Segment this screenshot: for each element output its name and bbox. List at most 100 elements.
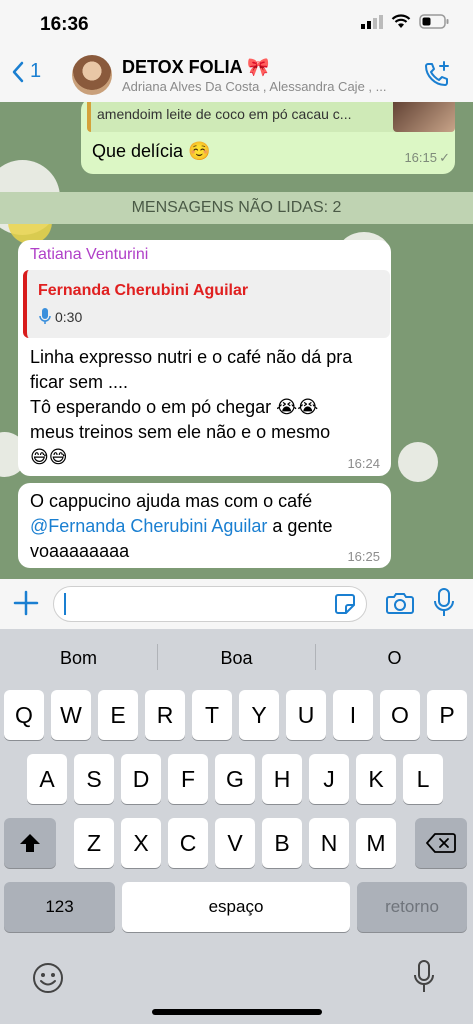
- add-call-button[interactable]: [423, 60, 451, 93]
- key[interactable]: O: [380, 690, 420, 740]
- key[interactable]: P: [427, 690, 467, 740]
- key[interactable]: W: [51, 690, 91, 740]
- key[interactable]: X: [121, 818, 161, 868]
- message-text: O cappucino ajuda mas com o café @Fernan…: [30, 489, 332, 564]
- emoji-icon: [33, 963, 63, 993]
- key[interactable]: V: [215, 818, 255, 868]
- message-line: voaaaaaaaa: [30, 541, 130, 561]
- key[interactable]: T: [192, 690, 232, 740]
- group-avatar[interactable]: [72, 55, 112, 95]
- microphone-icon: [39, 308, 51, 324]
- return-key[interactable]: retorno: [357, 882, 467, 932]
- predictive-bar: Bom Boa O: [0, 629, 473, 687]
- sticker-button[interactable]: [334, 593, 356, 620]
- outgoing-message[interactable]: amendoim leite de coco em pó cacau c... …: [81, 102, 455, 174]
- signal-icon: [361, 14, 383, 29]
- suggestion[interactable]: Bom: [0, 629, 157, 687]
- key[interactable]: E: [98, 690, 138, 740]
- message-line: @Fernanda Cherubini Aguilar a gente: [30, 514, 332, 539]
- key[interactable]: L: [403, 754, 443, 804]
- phone-plus-icon: [425, 61, 449, 86]
- key[interactable]: S: [74, 754, 114, 804]
- message-time: 16:25: [347, 549, 380, 564]
- incoming-message[interactable]: Tatiana Venturini Fernanda Cherubini Agu…: [18, 240, 391, 476]
- status-bar: 16:36: [0, 0, 473, 48]
- unread-divider: MENSAGENS NÃO LIDAS: 2: [0, 192, 473, 224]
- backspace-key[interactable]: [415, 818, 467, 868]
- plus-icon: [13, 590, 39, 616]
- message-line: Linha expresso nutri e o café não dá pra: [30, 347, 353, 367]
- key[interactable]: M: [356, 818, 396, 868]
- back-button[interactable]: 1: [12, 60, 41, 83]
- camera-button[interactable]: [386, 591, 414, 620]
- key[interactable]: R: [145, 690, 185, 740]
- message-line: O cappucino ajuda mas com o café: [30, 491, 313, 511]
- key[interactable]: F: [168, 754, 208, 804]
- shift-key[interactable]: [4, 818, 56, 868]
- message-input[interactable]: [53, 586, 367, 622]
- chat-header: 1 DETOX FOLIA 🎀 Adriana Alves Da Costa ,…: [0, 48, 473, 103]
- key[interactable]: Q: [4, 690, 44, 740]
- key[interactable]: Y: [239, 690, 279, 740]
- numbers-key[interactable]: 123: [4, 882, 115, 932]
- key[interactable]: B: [262, 818, 302, 868]
- key[interactable]: D: [121, 754, 161, 804]
- message-time: 16:24: [347, 456, 380, 471]
- wallpaper-flower: [398, 442, 438, 482]
- message-text: Linha expresso nutri e o café não dá pra…: [30, 345, 352, 470]
- audio-duration: 0:30: [55, 308, 83, 325]
- status-time: 16:36: [40, 14, 89, 35]
- wifi-icon: [391, 14, 411, 28]
- home-indicator: [152, 1009, 322, 1015]
- unread-count: 1: [30, 60, 42, 82]
- check-icon: ✓: [439, 150, 450, 165]
- quoted-sender: Fernanda Cherubini Aguilar: [38, 282, 249, 299]
- chevron-left-icon: [12, 61, 24, 82]
- voice-note-button[interactable]: [433, 588, 455, 623]
- reply-quote[interactable]: amendoim leite de coco em pó cacau c...: [87, 102, 455, 132]
- microphone-icon: [434, 588, 454, 616]
- message-time: 16:15: [404, 150, 437, 165]
- key[interactable]: N: [309, 818, 349, 868]
- text-caret: [64, 593, 66, 615]
- shift-icon: [20, 834, 40, 852]
- key[interactable]: U: [286, 690, 326, 740]
- camera-icon: [386, 593, 414, 614]
- reply-text: amendoim leite de coco em pó cacau c...: [97, 106, 352, 122]
- key[interactable]: C: [168, 818, 208, 868]
- message-fragment: a gente: [267, 516, 333, 536]
- message-line: Tô esperando o em pó chegar 😭😭: [30, 397, 319, 417]
- backspace-icon: [426, 833, 456, 853]
- key[interactable]: A: [27, 754, 67, 804]
- incoming-message[interactable]: O cappucino ajuda mas com o café @Fernan…: [18, 483, 391, 568]
- suggestion[interactable]: O: [316, 629, 473, 687]
- audio-info: 0:30: [39, 308, 82, 325]
- key[interactable]: G: [215, 754, 255, 804]
- message-line: meus treinos sem ele não e o mesmo: [30, 422, 331, 442]
- reply-thumbnail: [393, 102, 455, 132]
- microphone-icon: [414, 960, 434, 992]
- chat-area[interactable]: amendoim leite de coco em pó cacau c... …: [0, 102, 473, 579]
- key[interactable]: I: [333, 690, 373, 740]
- message-text: Que delícia ☺️: [92, 141, 211, 161]
- space-key[interactable]: espaço: [122, 882, 350, 932]
- attach-button[interactable]: [13, 590, 39, 621]
- message-line: 😅😅: [30, 447, 68, 467]
- sticker-icon: [335, 594, 355, 614]
- sender-name[interactable]: Tatiana Venturini: [30, 246, 148, 264]
- emoji-button[interactable]: [32, 962, 64, 999]
- status-icons: [361, 14, 449, 29]
- suggestion[interactable]: Boa: [158, 629, 315, 687]
- message-line: ficar sem ....: [30, 372, 129, 392]
- key[interactable]: K: [356, 754, 396, 804]
- battery-icon: [419, 14, 449, 29]
- chat-title[interactable]: DETOX FOLIA 🎀: [122, 57, 269, 78]
- dictation-button[interactable]: [413, 960, 435, 999]
- key[interactable]: Z: [74, 818, 114, 868]
- chat-members[interactable]: Adriana Alves Da Costa , Alessandra Caje…: [122, 79, 422, 94]
- mention-link[interactable]: @Fernanda Cherubini Aguilar: [30, 516, 267, 536]
- key[interactable]: J: [309, 754, 349, 804]
- compose-bar: [0, 579, 473, 629]
- key[interactable]: H: [262, 754, 302, 804]
- quoted-audio[interactable]: Fernanda Cherubini Aguilar 0:30: [23, 270, 390, 338]
